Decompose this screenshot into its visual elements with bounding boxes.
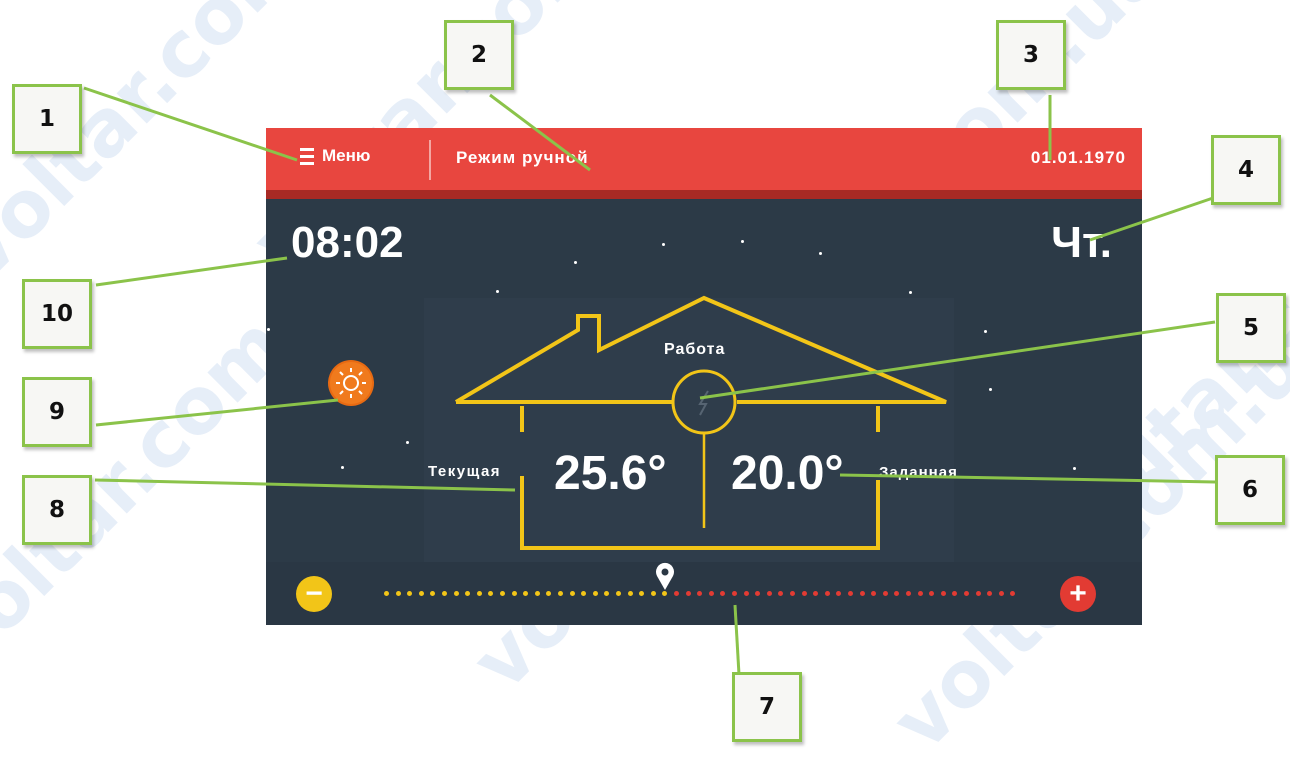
callout-10: 10 (22, 279, 92, 349)
callout-8: 8 (22, 475, 92, 545)
callout-2: 2 (444, 20, 514, 90)
callout-9: 9 (22, 377, 92, 447)
callout-6: 6 (1215, 455, 1285, 525)
callout-7: 7 (732, 672, 802, 742)
callout-3: 3 (996, 20, 1066, 90)
callout-leaders (83, 86, 1216, 693)
callout-1: 1 (12, 84, 82, 154)
callout-5: 5 (1216, 293, 1286, 363)
callout-4: 4 (1211, 135, 1281, 205)
